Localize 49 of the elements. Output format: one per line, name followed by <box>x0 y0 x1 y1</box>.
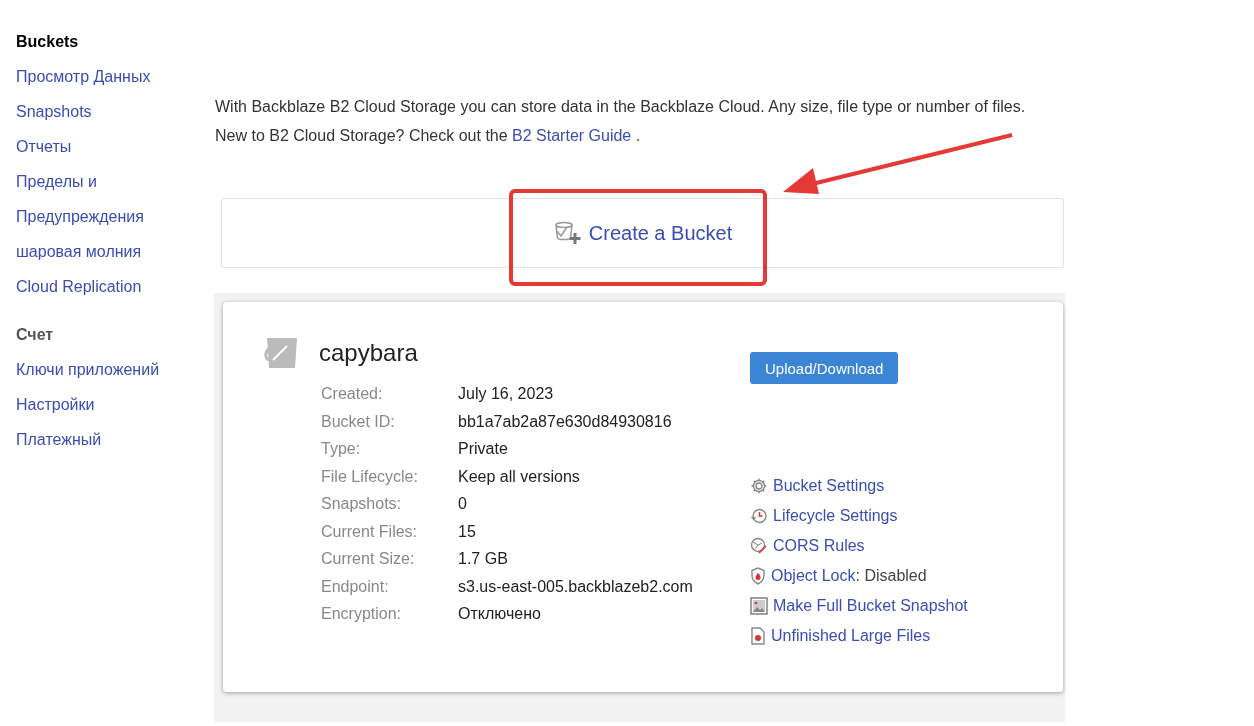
detail-label: Snapshots: <box>321 494 403 514</box>
detail-value: bb1a7ab2a87e630d84930816 <box>458 411 673 432</box>
detail-value: Private <box>458 439 509 459</box>
detail-label: Created: <box>321 384 384 404</box>
detail-label: Encryption: <box>321 604 403 624</box>
section-heading: Счет <box>16 325 55 345</box>
sidebar-link[interactable]: Ключи приложений <box>16 360 214 380</box>
gear-icon <box>750 477 768 495</box>
shield-icon <box>750 567 766 585</box>
sidebar-link[interactable]: Отчеты <box>16 137 214 157</box>
detail-label: Current Files: <box>321 521 419 542</box>
detail-label: File Lifecycle: <box>321 466 419 487</box>
sidebar-link[interactable]: Пределы и <box>16 172 214 192</box>
action-link[interactable]: CORS Rules <box>773 536 865 556</box>
sidebar-link[interactable]: Snapshots <box>16 102 214 122</box>
sidebar-link[interactable]: шаровая молния <box>16 242 214 262</box>
detail-value: Keep all versions <box>458 466 581 487</box>
create-bucket-button[interactable]: Create a Bucket <box>221 198 1064 268</box>
action-link[interactable]: Make Full Bucket Snapshot <box>773 596 968 616</box>
detail-value: Отключено <box>458 604 542 624</box>
globe-icon <box>750 537 768 555</box>
section-heading: Buckets <box>16 32 80 52</box>
intro-text: With Backblaze B2 Cloud Storage you can store data in the Backblaze Cloud. Any size, file type or number of files. New to B2 Cloud Storage? Check out the B2 Starter Guide . <box>215 97 1027 146</box>
detail-value: 1.7 GB <box>458 549 509 569</box>
sidebar-link[interactable]: Настройки <box>16 395 214 415</box>
sidebar-link[interactable]: Предупреждения <box>16 207 214 227</box>
status-text: : Disabled <box>855 566 927 586</box>
action-link[interactable]: Unfinished Large Files <box>771 626 931 646</box>
detail-label: Endpoint: <box>321 576 390 597</box>
action-link[interactable]: Object Lock <box>771 566 856 586</box>
detail-value: 15 <box>458 521 477 542</box>
detail-label: Type: <box>321 439 362 459</box>
action-link[interactable]: Bucket Settings <box>773 476 885 496</box>
file-icon <box>750 627 766 645</box>
bucket-plus-icon <box>552 221 583 245</box>
starter-guide-link[interactable]: B2 Starter Guide <box>512 127 632 144</box>
detail-value: July 16, 2023 <box>458 384 555 404</box>
sidebar-link[interactable]: Просмотр Данных <box>16 67 214 87</box>
upload-download-button[interactable]: Upload/Download <box>750 352 899 384</box>
image-icon <box>750 597 768 615</box>
clock-icon <box>750 507 768 525</box>
action-link[interactable]: Lifecycle Settings <box>773 506 898 526</box>
sidebar-link[interactable]: Cloud Replication <box>16 277 214 297</box>
detail-label: Current Size: <box>321 549 416 569</box>
detail-value: 0 <box>458 494 468 514</box>
detail-label: Bucket ID: <box>321 411 396 432</box>
bucket-name: capybara <box>319 339 418 367</box>
detail-value: s3.us-east-005.backblazeb2.com <box>458 576 694 597</box>
sidebar-link[interactable]: Платежный <box>16 430 214 450</box>
